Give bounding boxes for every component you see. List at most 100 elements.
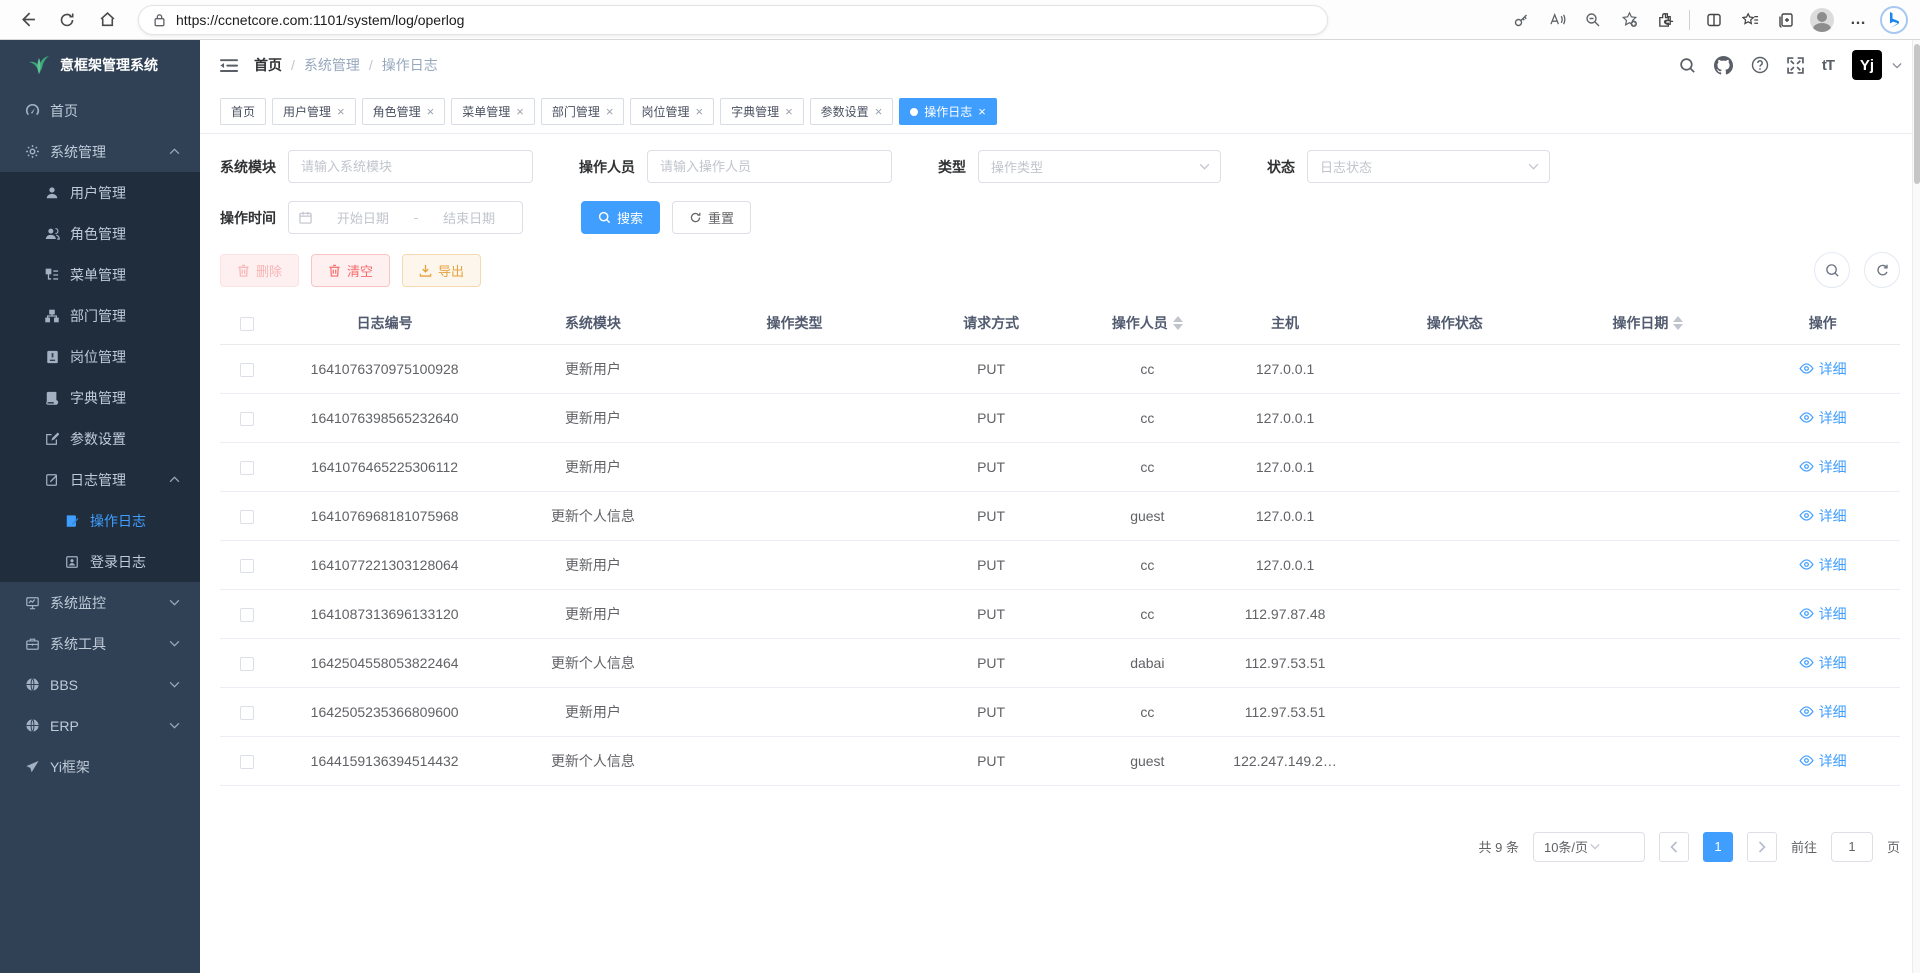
- detail-link[interactable]: 详细: [1799, 408, 1847, 428]
- tab-menu-mgmt[interactable]: 菜单管理×: [451, 98, 535, 125]
- operator-filter-input[interactable]: [647, 150, 892, 183]
- user-avatar-logo[interactable]: Yj: [1852, 50, 1882, 80]
- browser-home-icon[interactable]: [90, 5, 124, 35]
- detail-link[interactable]: 详细: [1799, 604, 1847, 624]
- detail-link[interactable]: 详细: [1799, 702, 1847, 722]
- sidebar-item-yi-framework[interactable]: Yi框架: [0, 746, 200, 787]
- sidebar-item-parameters[interactable]: 参数设置: [0, 418, 200, 459]
- table-row[interactable]: 1642504558053822464 更新个人信息 PUT dabai 112…: [220, 638, 1900, 687]
- detail-link[interactable]: 详细: [1799, 751, 1847, 771]
- detail-link[interactable]: 详细: [1799, 359, 1847, 379]
- tab-operation-log[interactable]: 操作日志×: [899, 98, 997, 125]
- search-button[interactable]: 搜索: [581, 201, 660, 234]
- table-row[interactable]: 1644159136394514432 更新个人信息 PUT guest 122…: [220, 736, 1900, 785]
- close-tab-icon[interactable]: ×: [516, 105, 524, 118]
- header-search-icon[interactable]: [1679, 57, 1696, 74]
- sidebar-item-dictionary[interactable]: 字典管理: [0, 377, 200, 418]
- sidebar-item-tools[interactable]: 系统工具: [0, 623, 200, 664]
- sort-icon[interactable]: [1673, 316, 1683, 330]
- sidebar-item-menus[interactable]: 菜单管理: [0, 254, 200, 295]
- breadcrumb-home[interactable]: 首页: [254, 55, 282, 75]
- row-checkbox[interactable]: [240, 657, 254, 671]
- close-tab-icon[interactable]: ×: [427, 105, 435, 118]
- favorites-add-icon[interactable]: [1613, 5, 1645, 35]
- split-screen-icon[interactable]: [1698, 5, 1730, 35]
- row-checkbox[interactable]: [240, 559, 254, 573]
- select-all-checkbox[interactable]: [240, 317, 254, 331]
- close-tab-icon[interactable]: ×: [875, 105, 883, 118]
- prev-page-button[interactable]: [1659, 832, 1689, 862]
- scrollbar-thumb[interactable]: [1914, 44, 1920, 184]
- show-search-toggle-button[interactable]: [1814, 252, 1850, 288]
- extensions-icon[interactable]: [1649, 5, 1681, 35]
- tab-role-mgmt[interactable]: 角色管理×: [362, 98, 446, 125]
- next-page-button[interactable]: [1747, 832, 1777, 862]
- tab-user-mgmt[interactable]: 用户管理×: [272, 98, 356, 125]
- profile-avatar[interactable]: [1806, 5, 1838, 35]
- reset-button[interactable]: 重置: [672, 201, 751, 234]
- zoom-out-icon[interactable]: [1577, 5, 1609, 35]
- detail-link[interactable]: 详细: [1799, 506, 1847, 526]
- sidebar-item-login-log[interactable]: 登录日志: [0, 541, 200, 582]
- sidebar-item-system[interactable]: 系统管理: [0, 131, 200, 172]
- sort-icon[interactable]: [1173, 316, 1183, 330]
- help-icon[interactable]: [1751, 56, 1769, 74]
- close-tab-icon[interactable]: ×: [337, 105, 345, 118]
- tab-post-mgmt[interactable]: 岗位管理×: [630, 98, 714, 125]
- page-number-button[interactable]: 1: [1703, 832, 1733, 862]
- row-checkbox[interactable]: [240, 755, 254, 769]
- refresh-table-button[interactable]: [1864, 252, 1900, 288]
- sidebar-collapse-icon[interactable]: [220, 58, 238, 73]
- sidebar-item-bbs[interactable]: BBS: [0, 664, 200, 705]
- tab-dept-mgmt[interactable]: 部门管理×: [541, 98, 625, 125]
- close-tab-icon[interactable]: ×: [695, 105, 703, 118]
- module-filter-input[interactable]: [288, 150, 533, 183]
- page-scrollbar[interactable]: [1912, 40, 1920, 973]
- favorites-bar-icon[interactable]: [1734, 5, 1766, 35]
- bing-chat-icon[interactable]: [1878, 5, 1910, 35]
- sidebar-item-departments[interactable]: 部门管理: [0, 295, 200, 336]
- browser-refresh-icon[interactable]: [50, 5, 84, 35]
- page-size-select[interactable]: 10条/页: [1533, 832, 1645, 862]
- password-key-icon[interactable]: [1505, 5, 1537, 35]
- github-icon[interactable]: [1714, 56, 1733, 75]
- close-tab-icon[interactable]: ×: [606, 105, 614, 118]
- close-tab-icon[interactable]: ×: [785, 105, 793, 118]
- detail-link[interactable]: 详细: [1799, 653, 1847, 673]
- date-range-picker[interactable]: 开始日期 - 结束日期: [288, 201, 523, 234]
- row-checkbox[interactable]: [240, 608, 254, 622]
- table-row[interactable]: 1641087313696133120 更新用户 PUT cc 112.97.8…: [220, 589, 1900, 638]
- row-checkbox[interactable]: [240, 363, 254, 377]
- row-checkbox[interactable]: [240, 706, 254, 720]
- table-row[interactable]: 1641076398565232640 更新用户 PUT cc 127.0.0.…: [220, 393, 1900, 442]
- tab-dict-mgmt[interactable]: 字典管理×: [720, 98, 804, 125]
- table-row[interactable]: 1641076465225306112 更新用户 PUT cc 127.0.0.…: [220, 442, 1900, 491]
- font-size-icon[interactable]: tT: [1822, 57, 1834, 74]
- breadcrumb-system[interactable]: 系统管理: [304, 55, 360, 75]
- sidebar-item-logs[interactable]: 日志管理: [0, 459, 200, 500]
- detail-link[interactable]: 详细: [1799, 457, 1847, 477]
- row-checkbox[interactable]: [240, 412, 254, 426]
- sidebar-item-posts[interactable]: 岗位管理: [0, 336, 200, 377]
- sidebar-item-erp[interactable]: ERP: [0, 705, 200, 746]
- detail-link[interactable]: 详细: [1799, 555, 1847, 575]
- sidebar-item-roles[interactable]: 角色管理: [0, 213, 200, 254]
- table-row[interactable]: 1641076968181075968 更新个人信息 PUT guest 127…: [220, 491, 1900, 540]
- table-row[interactable]: 1641077221303128064 更新用户 PUT cc 127.0.0.…: [220, 540, 1900, 589]
- clear-button[interactable]: 清空: [311, 254, 390, 287]
- row-checkbox[interactable]: [240, 510, 254, 524]
- export-button[interactable]: 导出: [402, 254, 481, 287]
- tab-home[interactable]: 首页: [220, 98, 266, 125]
- goto-page-input[interactable]: [1831, 832, 1873, 862]
- more-menu-icon[interactable]: …: [1842, 5, 1874, 35]
- tab-param-settings[interactable]: 参数设置×: [810, 98, 894, 125]
- type-filter-select[interactable]: 操作类型: [978, 150, 1221, 183]
- sidebar-item-users[interactable]: 用户管理: [0, 172, 200, 213]
- read-aloud-icon[interactable]: [1541, 5, 1573, 35]
- fullscreen-icon[interactable]: [1787, 57, 1804, 74]
- browser-back-icon[interactable]: [10, 5, 44, 35]
- status-filter-select[interactable]: 日志状态: [1307, 150, 1550, 183]
- collections-icon[interactable]: [1770, 5, 1802, 35]
- close-tab-icon[interactable]: ×: [978, 105, 986, 118]
- sidebar-item-monitor[interactable]: 系统监控: [0, 582, 200, 623]
